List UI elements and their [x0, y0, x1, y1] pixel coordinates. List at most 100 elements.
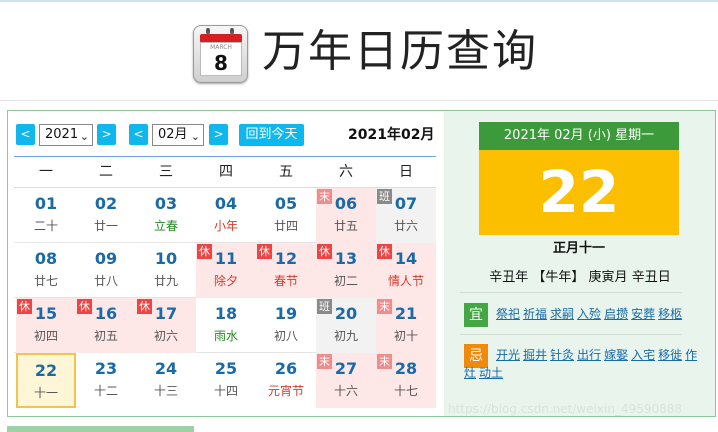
activity-link[interactable]: 入宅: [631, 348, 655, 362]
day-number: 15: [34, 304, 58, 323]
weekday-header: 日: [399, 164, 413, 180]
day-cell[interactable]: 02 廿一: [76, 188, 136, 243]
detail-divider: [460, 292, 682, 293]
activity-link[interactable]: 入殓: [577, 307, 601, 321]
day-lunar-label: 十七: [393, 384, 418, 398]
prev-year-button[interactable]: <: [16, 124, 35, 145]
day-cell[interactable]: 休 15 初四: [16, 298, 76, 353]
day-number: 17: [154, 304, 178, 323]
day-lunar-label: 除夕: [213, 274, 238, 288]
weekday-header: 五: [279, 164, 293, 180]
day-cell[interactable]: 休 17 初六: [136, 298, 196, 353]
back-to-today-button[interactable]: 回到今天: [239, 124, 304, 146]
day-cell[interactable]: 休 14 情人节: [376, 243, 436, 298]
activity-link[interactable]: 安葬: [631, 307, 655, 321]
selected-day-number: 22: [479, 150, 679, 235]
day-number: 04: [214, 194, 238, 213]
activity-link[interactable]: 启攒: [604, 307, 628, 321]
day-cell[interactable]: 09 廿八: [76, 243, 136, 298]
activity-link[interactable]: 掘井: [523, 348, 547, 362]
day-cell[interactable]: 休 16 初五: [76, 298, 136, 353]
day-number: 11: [214, 249, 238, 268]
day-cell[interactable]: 24 十三: [136, 353, 196, 408]
lunar-date: 正月十一: [552, 241, 605, 256]
ji-activity-list: 开光 掘井 针灸 出行 嫁娶 入宅 移徙 作灶 动土: [464, 346, 699, 382]
day-number: 19: [274, 304, 298, 323]
activity-link[interactable]: 祭祀: [496, 307, 520, 321]
weekday-header: 一: [39, 164, 53, 180]
activity-link[interactable]: 移柩: [658, 307, 682, 321]
day-number: 09: [94, 249, 118, 268]
day-lunar-label: 初二: [333, 274, 358, 288]
day-lunar-label: 十一: [33, 386, 58, 400]
day-cell[interactable]: 10 廿九: [136, 243, 196, 298]
day-lunar-label: 十二: [93, 384, 118, 398]
day-lunar-label: 元宵节: [267, 384, 304, 398]
ganzhi-date: 辛丑年 【牛年】 庚寅月 辛丑日: [489, 270, 671, 285]
day-cell[interactable]: 18 雨水: [196, 298, 256, 353]
weekday-header: 三: [159, 164, 173, 180]
day-cell[interactable]: 22 十一: [16, 353, 76, 408]
activity-link[interactable]: 针灸: [550, 348, 574, 362]
day-cell[interactable]: 01 二十: [16, 188, 76, 243]
activity-link[interactable]: 动土: [479, 366, 503, 380]
day-number: 18: [214, 304, 238, 323]
day-lunar-label: 小年: [213, 219, 238, 233]
yi-activity-list: 祭祀 祈福 求嗣 入殓 启攒 安葬 移柩: [496, 305, 696, 323]
day-cell[interactable]: 05 廿四: [256, 188, 316, 243]
day-cell[interactable]: 08 廿七: [16, 243, 76, 298]
day-cell[interactable]: 休 13 初二: [316, 243, 376, 298]
day-cell[interactable]: 26 元宵节: [256, 353, 316, 408]
day-cell[interactable]: 班 20 初九: [316, 298, 376, 353]
prev-month-button[interactable]: <: [129, 124, 148, 145]
day-cell[interactable]: 班 07 廿六: [376, 188, 436, 243]
day-cell[interactable]: 末 21 初十: [376, 298, 436, 353]
activity-link[interactable]: 嫁娶: [604, 348, 628, 362]
day-lunar-label: 廿五: [333, 219, 358, 233]
day-lunar-label: 廿六: [393, 219, 418, 233]
header-divider: [0, 100, 718, 101]
day-number: 10: [154, 249, 178, 268]
day-lunar-label: 初五: [93, 329, 118, 343]
day-lunar-label: 廿一: [93, 219, 118, 233]
next-month-button[interactable]: >: [209, 124, 228, 145]
day-cell[interactable]: 末 28 十七: [376, 353, 436, 408]
activity-link[interactable]: 开光: [496, 348, 520, 362]
weekday-header: 四: [219, 164, 233, 180]
day-cell[interactable]: 末 06 廿五: [316, 188, 376, 243]
month-select-value: 02月: [158, 127, 188, 142]
day-cell[interactable]: 19 初八: [256, 298, 316, 353]
day-cell[interactable]: 休 11 除夕: [196, 243, 256, 298]
next-year-button[interactable]: >: [97, 124, 116, 145]
activity-link[interactable]: 求嗣: [550, 307, 574, 321]
day-cell[interactable]: 23 十二: [76, 353, 136, 408]
day-number: 12: [274, 249, 298, 268]
day-number: 21: [394, 304, 418, 323]
day-cell[interactable]: 04 小年: [196, 188, 256, 243]
day-number: 13: [334, 249, 358, 268]
chevron-down-icon: ⌄: [190, 130, 200, 143]
page-header: MARCH 8 万年日历查询: [0, 2, 718, 98]
year-select[interactable]: 2021 ⌄: [39, 124, 93, 146]
day-cell[interactable]: 03 立春: [136, 188, 196, 243]
month-select[interactable]: 02月 ⌄: [152, 124, 204, 146]
calendar-icon-day: 8: [214, 51, 228, 75]
day-number: 05: [274, 194, 298, 213]
day-lunar-label: 初六: [153, 329, 178, 343]
calendar-icon-month: MARCH: [210, 44, 232, 51]
day-lunar-label: 十三: [153, 384, 178, 398]
calendar-icon: MARCH 8: [193, 25, 248, 83]
activity-link[interactable]: 移徙: [658, 348, 682, 362]
bottom-tab: [7, 426, 194, 432]
day-lunar-label: 廿八: [93, 274, 118, 288]
activity-link[interactable]: 祈福: [523, 307, 547, 321]
day-number: 23: [94, 359, 118, 378]
weekday-header: 六: [339, 164, 353, 180]
day-number: 03: [154, 194, 178, 213]
watermark-text: https://blog.csdn.net/weixin_49590888: [448, 402, 683, 416]
day-lunar-label: 春节: [273, 274, 298, 288]
activity-link[interactable]: 出行: [577, 348, 601, 362]
day-cell[interactable]: 休 12 春节: [256, 243, 316, 298]
day-cell[interactable]: 末 27 十六: [316, 353, 376, 408]
day-cell[interactable]: 25 十四: [196, 353, 256, 408]
